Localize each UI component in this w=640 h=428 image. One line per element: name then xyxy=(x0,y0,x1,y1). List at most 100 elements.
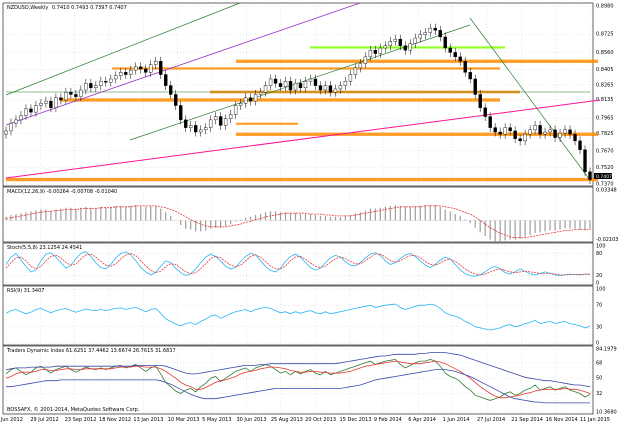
candle-body xyxy=(543,131,547,135)
candle-body xyxy=(44,100,48,104)
macd-bar xyxy=(454,214,456,221)
candle-body xyxy=(483,107,487,117)
candle-body xyxy=(74,94,78,97)
candle-body xyxy=(533,125,537,131)
candle-body xyxy=(353,67,358,75)
candle-body xyxy=(288,80,293,91)
time-tick-label: 27 Jul 2014 xyxy=(477,417,505,423)
candle-body xyxy=(368,50,373,58)
macd-bar xyxy=(499,220,501,243)
macd-bar xyxy=(314,215,317,221)
macd-bar xyxy=(409,206,411,221)
macd-bar xyxy=(200,220,202,232)
candle-body xyxy=(134,66,138,71)
candle-body xyxy=(29,108,33,113)
macd-bar xyxy=(439,206,441,221)
time-tick-label: 15 Dec 2013 xyxy=(340,417,372,423)
macd-bar xyxy=(25,212,27,221)
macd-bar xyxy=(569,220,571,229)
macd-bar xyxy=(414,205,416,221)
candle-body xyxy=(443,36,447,49)
macd-bar xyxy=(579,220,581,230)
candle-body xyxy=(169,85,173,95)
macd-bar xyxy=(165,212,167,221)
candle-body xyxy=(498,131,502,135)
candle-body xyxy=(84,83,88,91)
time-tick-label: 29 Jul 2012 xyxy=(30,417,58,423)
macd-bar xyxy=(160,208,162,221)
macd-bar xyxy=(479,220,481,233)
time-tick-label: 30 Jun 2013 xyxy=(236,417,266,423)
macd-bar xyxy=(484,220,486,236)
candle-body xyxy=(573,134,577,142)
macd-bar xyxy=(564,220,566,229)
macd-bar xyxy=(329,216,332,221)
candle-body xyxy=(378,47,383,54)
macd-bar xyxy=(20,213,22,221)
macd-bar xyxy=(105,207,107,221)
candle-body xyxy=(263,85,268,93)
chart-window[interactable]: NZDUSD,Weekly 0.7410 0.7493 0.7397 0.740… xyxy=(0,0,640,428)
candle-body xyxy=(243,97,248,104)
candle-body xyxy=(218,116,223,126)
macd-bar xyxy=(429,205,431,221)
macd-bar xyxy=(100,206,102,221)
macd-bar xyxy=(30,211,32,221)
zone-band xyxy=(310,46,505,49)
candle-body xyxy=(393,38,398,42)
candle-body xyxy=(69,92,73,95)
candle-body xyxy=(478,94,482,108)
macd-bar xyxy=(524,220,526,237)
macd-bar xyxy=(384,206,386,221)
candle-body xyxy=(413,37,417,44)
candle-body xyxy=(79,89,83,97)
candle-body xyxy=(268,78,273,86)
macd-bar xyxy=(135,205,137,221)
candle-body xyxy=(453,52,457,58)
candle-body xyxy=(333,88,338,93)
candle-body xyxy=(248,97,253,102)
macd-bar xyxy=(359,212,361,221)
macd-bar xyxy=(344,215,347,221)
candle-body xyxy=(174,94,178,106)
macd-bar xyxy=(584,220,586,231)
time-tick-label: 25 Aug 2013 xyxy=(271,417,303,423)
indicator-tick-label: 80 xyxy=(596,251,602,257)
time-tick-label: 16 Nov 2014 xyxy=(546,417,578,423)
macd-bar xyxy=(419,205,421,221)
macd-bar xyxy=(474,220,476,228)
price-tick-label: 0.8405 xyxy=(596,67,614,73)
macd-bar xyxy=(554,220,556,231)
macd-bar xyxy=(239,219,242,221)
time-tick-label: 3 Jun 2012 xyxy=(0,417,23,423)
macd-bar xyxy=(264,212,267,221)
zone-band xyxy=(6,177,598,182)
time-tick-label: 21 Sep 2014 xyxy=(511,417,543,423)
macd-bar xyxy=(259,214,262,221)
macd-bar xyxy=(110,206,112,221)
candle-body xyxy=(518,138,522,142)
candle-body xyxy=(114,75,118,80)
candle-body xyxy=(39,103,43,106)
macd-bar xyxy=(190,220,192,230)
macd-bar xyxy=(95,207,97,221)
candle-body xyxy=(423,32,427,35)
price-tick-label: 0.8725 xyxy=(596,32,614,38)
price-tick-label: 0.8980 xyxy=(596,4,614,10)
candle-body xyxy=(303,80,308,89)
macd-bar xyxy=(289,213,292,221)
macd-bar xyxy=(130,205,132,221)
indicator-tick-label: 100 xyxy=(596,244,606,250)
candle-body xyxy=(578,140,582,150)
candle-body xyxy=(523,134,527,142)
time-tick-label: 6 Apr 2014 xyxy=(408,417,436,423)
zone-band xyxy=(60,98,500,102)
candle-body xyxy=(59,97,63,101)
candle-body xyxy=(258,92,263,95)
zone-band xyxy=(236,59,598,63)
copyright: BOSSAFX, © 2001-2014, MetaQuotes Softwar… xyxy=(7,406,140,413)
current-price-tag: 0.7407 xyxy=(594,173,612,180)
candle-body xyxy=(503,127,507,135)
candle-body xyxy=(94,85,98,89)
macd-bar xyxy=(444,209,446,221)
